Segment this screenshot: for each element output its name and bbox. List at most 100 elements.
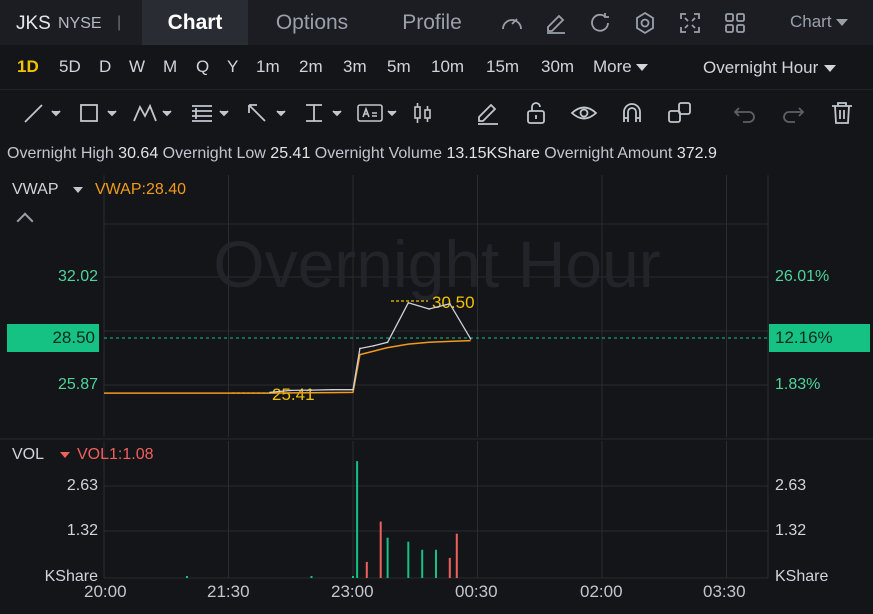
price-point [372,345,375,347]
vol-tick-mid-right: 1.32 [775,522,807,539]
volume-bar [386,537,389,578]
price-point [449,302,451,305]
unlock-icon[interactable] [521,98,551,128]
volume-bar [407,541,410,578]
drawing-toolbar [0,89,873,135]
clone-icon[interactable] [665,98,695,128]
price-point [407,302,410,304]
timeframe-bar: 1D 5D D W M Q Y 1m 2m 3m 5m 10m 15m 30m … [0,45,873,89]
volume-bar [421,549,424,578]
tab-options[interactable]: Options [258,0,366,45]
speedometer-icon[interactable] [499,10,525,36]
time-tick: 20:00 [84,582,127,601]
price-point [469,338,472,340]
header-separator: | [117,14,122,31]
vertical-line-icon[interactable] [301,98,345,128]
high-marker-label: 30.50 [432,293,475,312]
timeframe-m[interactable]: M [163,57,177,77]
grid-icon[interactable] [722,10,748,36]
volume-bar [455,533,458,578]
price-point [269,391,271,394]
volume-bar [448,557,451,578]
text-icon[interactable] [356,98,400,128]
timeframe-y[interactable]: Y [227,57,238,77]
price-series [103,302,472,394]
current-price-badge: 28.50 [7,324,99,352]
pen-icon[interactable] [473,98,503,128]
trend-line-icon[interactable] [20,98,64,128]
chart-menu-label: Chart [790,12,832,31]
trash-icon[interactable] [827,98,857,128]
high-value: 30.64 [118,145,159,162]
timeframe-2m[interactable]: 2m [299,57,323,77]
magnet-icon[interactable] [617,98,647,128]
high-label: Overnight High [7,145,114,162]
price-point [428,308,430,310]
timeframe-1m[interactable]: 1m [256,57,280,77]
current-pct-text: 12.16% [775,328,833,347]
amount-value: 372.9 [676,145,717,162]
arrow-icon[interactable] [245,98,289,128]
amount-label: Overnight Amount [544,145,673,162]
time-tick: 21:30 [207,582,250,601]
current-price-text: 28.50 [52,328,95,347]
ticker-symbol: JKS [16,13,51,34]
undo-icon[interactable] [730,98,760,128]
collapse-chevron-icon[interactable] [16,212,34,230]
fullscreen-icon[interactable] [677,10,703,36]
volume-bar [186,576,188,578]
vol-indicator-button[interactable]: VOL [12,446,70,464]
more-label: More [593,57,632,76]
time-tick: 23:00 [331,582,374,601]
volume-bar [435,549,437,578]
vol-tick-high: 2.63 [66,477,98,494]
caret-down-icon [72,186,83,193]
more-timeframes-button[interactable]: More [593,57,648,77]
timeframe-5d[interactable]: 5D [59,57,81,77]
timeframe-15m[interactable]: 15m [486,57,519,77]
chart-menu-button[interactable]: Chart [790,12,848,32]
settings-icon[interactable] [632,10,658,36]
low-marker-label: 25.41 [272,385,315,404]
timeframe-1d[interactable]: 1D [17,57,39,77]
eye-icon[interactable] [569,98,599,128]
price-point [386,341,389,344]
pattern-icon[interactable] [131,98,175,128]
timeframe-d[interactable]: D [99,57,111,77]
price-tick-low: 25.87 [57,376,98,393]
edit-icon[interactable] [543,10,569,36]
price-point [289,389,292,392]
redo-icon[interactable] [778,98,808,128]
exchange-label: NYSE [58,15,102,32]
session-label: Overnight Hour [703,58,819,77]
timeframe-30m[interactable]: 30m [541,57,574,77]
pct-tick-low: 1.83% [775,376,821,393]
current-pct-badge: 12.16% [769,324,870,352]
timeframe-q[interactable]: Q [196,57,209,77]
timeframe-10m[interactable]: 10m [431,57,464,77]
vwap-indicator-button[interactable]: VWAP [12,181,83,199]
volume-bar [379,521,382,578]
refresh-icon[interactable] [587,10,613,36]
volume-bar [365,561,368,578]
vol-tick-high-right: 2.63 [775,477,807,494]
fib-icon[interactable] [188,98,232,128]
volume-bar [352,576,354,578]
volume-bar [310,576,313,578]
candle-icon[interactable] [411,98,441,128]
tab-chart[interactable]: Chart [142,0,248,45]
price-point [310,389,313,391]
timeframe-5m[interactable]: 5m [387,57,411,77]
price-point [352,388,354,391]
session-selector[interactable]: Overnight Hour [703,58,837,78]
vol-unit-right: KShare [775,568,829,585]
price-point [331,388,334,391]
volume-bars [186,461,458,578]
vwap-value: VWAP:28.40 [95,181,187,198]
timeframe-3m[interactable]: 3m [343,57,367,77]
rectangle-icon[interactable] [76,98,120,128]
vol-tick-mid: 1.32 [66,522,98,539]
tab-profile[interactable]: Profile [386,0,478,45]
time-tick: 00:30 [455,582,498,601]
timeframe-w[interactable]: W [129,57,145,77]
